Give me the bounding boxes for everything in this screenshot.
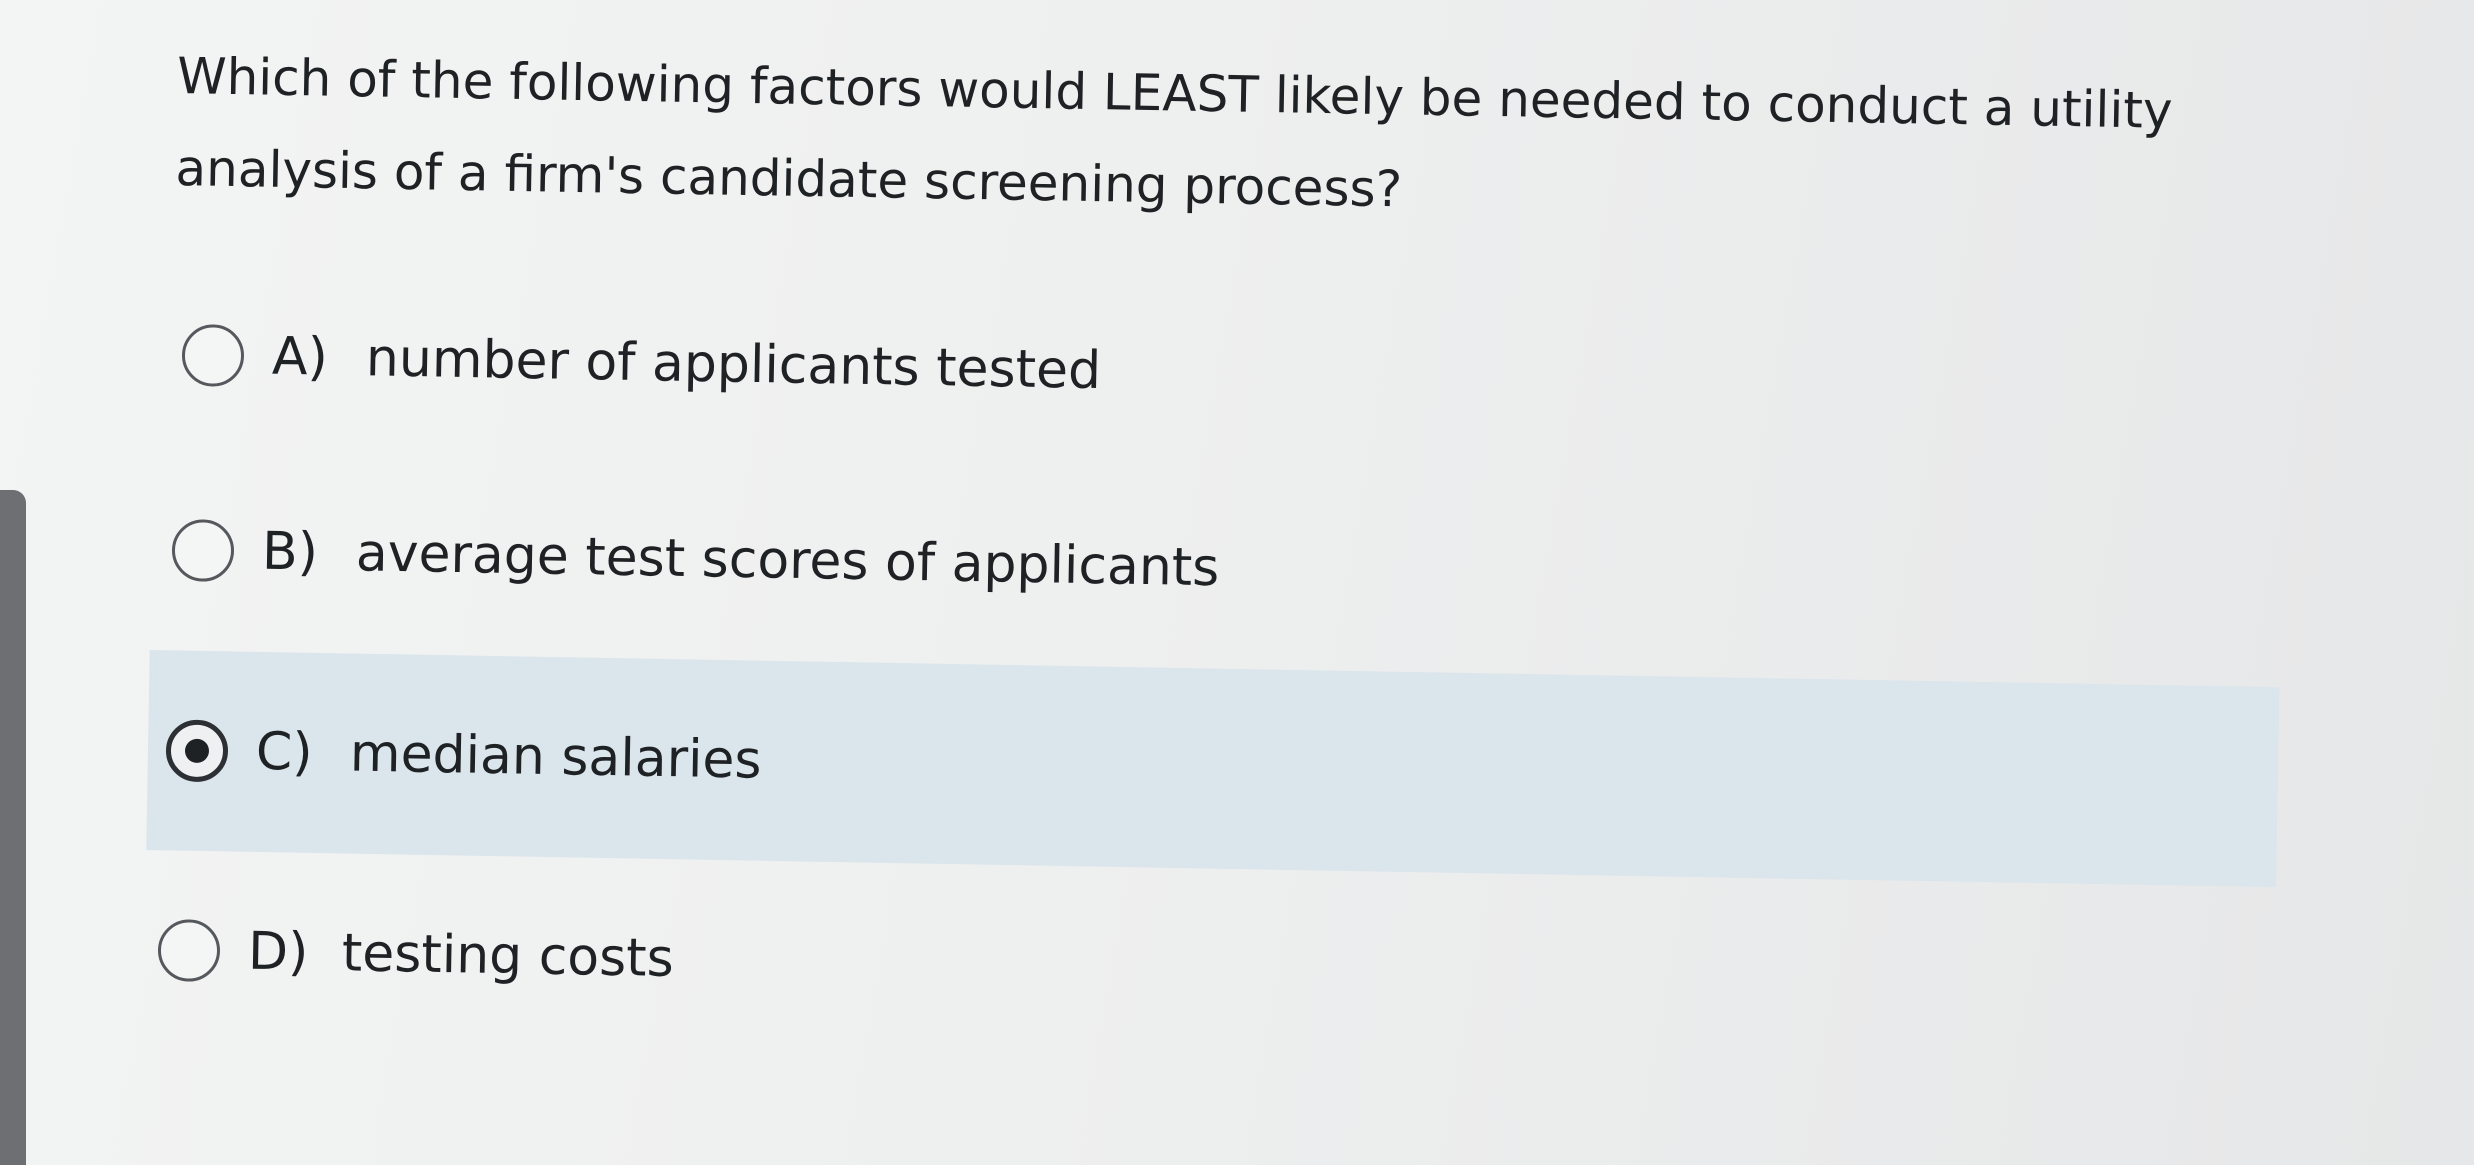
radio-b[interactable] xyxy=(171,519,235,583)
option-a[interactable]: A) number of applicants tested xyxy=(181,300,2083,443)
option-c[interactable]: C) median salaries xyxy=(146,650,2280,888)
radio-d[interactable] xyxy=(157,919,221,983)
radio-a[interactable] xyxy=(181,324,245,388)
option-b[interactable]: B) average test scores of applicants xyxy=(171,495,2073,638)
option-c-letter: C) xyxy=(255,721,314,783)
option-c-text: median salaries xyxy=(349,723,763,791)
option-b-text: average test scores of applicants xyxy=(355,523,1220,599)
radio-c-checked[interactable] xyxy=(165,719,229,783)
radio-selected-dot xyxy=(184,738,210,764)
option-d[interactable]: D) testing costs xyxy=(157,895,2059,1038)
option-d-text: testing costs xyxy=(341,923,675,989)
option-a-letter: A) xyxy=(271,326,329,388)
option-d-letter: D) xyxy=(247,921,309,983)
option-b-letter: B) xyxy=(261,521,319,583)
answer-options: A) number of applicants tested B) averag… xyxy=(0,0,2474,1165)
option-a-text: number of applicants tested xyxy=(365,328,1102,402)
